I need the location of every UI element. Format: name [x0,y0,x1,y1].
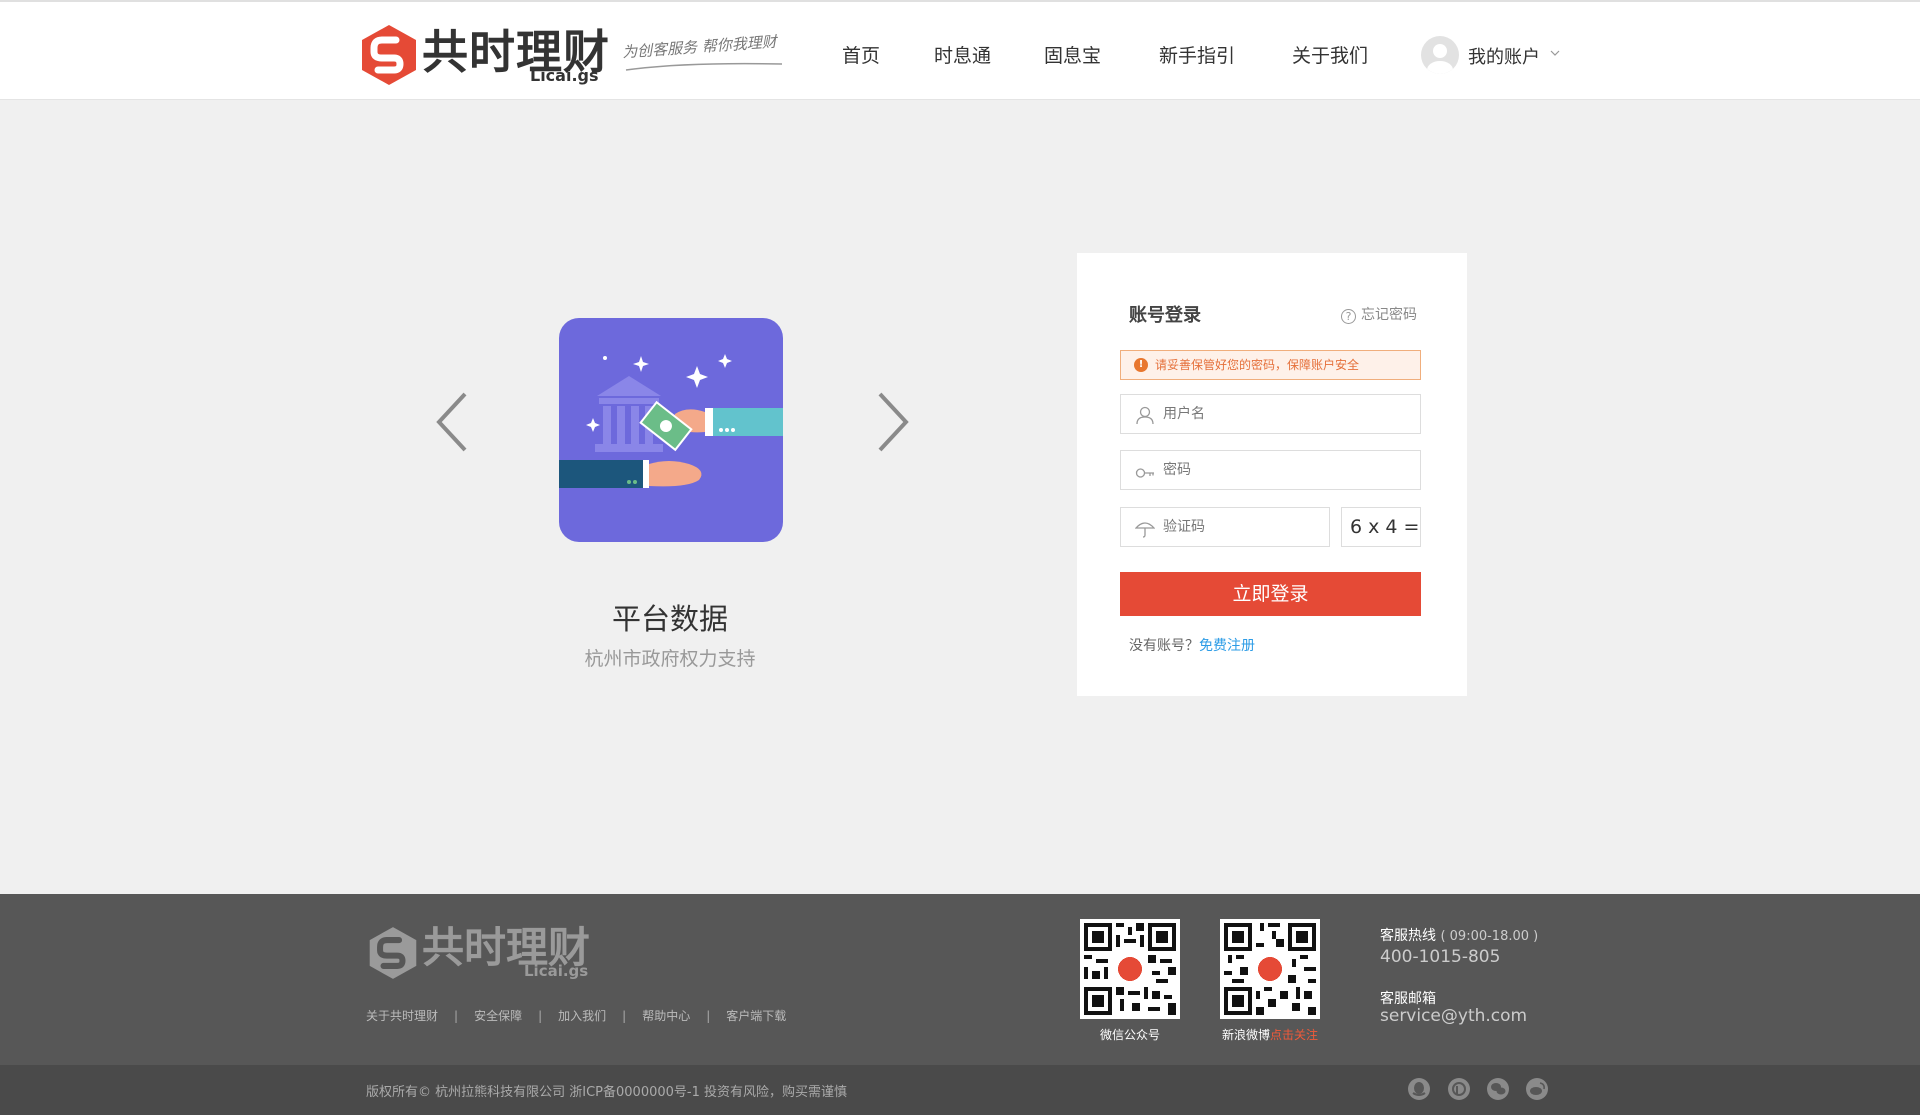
site-header: 共时理财 Licai.gs 为创客服务 帮你我理财 首页 时息通 固息宝 新手指… [0,0,1920,100]
login-button[interactable]: 立即登录 [1120,572,1421,616]
qq-icon[interactable] [1408,1078,1430,1100]
slide-illustration [559,318,783,542]
footer-link-help[interactable]: 帮助中心 [642,1009,690,1023]
forgot-password-label: 忘记密码 [1361,307,1417,323]
question-icon: ? [1341,309,1356,324]
password-field [1120,450,1421,490]
warning-icon: ! [1134,358,1148,372]
login-card: 账号登录 ? 忘记密码 ! 请妥善保管好您的密码，保障账户安全 6 x 4 = 立… [1077,253,1467,696]
slide-title: 平台数据 [611,602,728,636]
hotline-label-text: 客服热线 [1380,928,1436,944]
key-icon [1135,468,1154,478]
avatar-icon [1427,44,1453,74]
umbrella-icon [1135,522,1155,538]
footer-logo: 共时理财 Licai.gs [368,924,590,980]
qr-weibo-label: 新浪微博点击关注 [1210,1026,1330,1043]
register-row: 没有账号？免费注册 [1129,635,1255,655]
wechat-icon[interactable] [1487,1078,1509,1100]
site-logo[interactable]: 共时理财 Licai.gs [360,24,610,86]
username-input[interactable] [1163,395,1412,433]
site-footer: 共时理财 Licai.gs 关于共时理财 | 安全保障 | 加入我们 | 帮助中心 | 客户端下… [0,894,1920,1065]
slogan-underline [625,62,783,71]
qr-code-wechat-icon [1084,923,1176,1015]
copyright-text: 版权所有© 杭州拉熊科技有限公司 浙ICP备0000000号-1 投资有风险，购… [366,1085,848,1100]
account-menu[interactable]: 我的账户 [1421,34,1571,76]
qr-code-weibo [1220,919,1320,1019]
nav-beginner-guide[interactable]: 新手指引 [1159,42,1235,70]
footer-link-security[interactable]: 安全保障 [474,1009,522,1023]
footer-link-about[interactable]: 关于共时理财 [366,1009,438,1023]
password-input[interactable] [1163,451,1412,489]
copyright-bar: 版权所有© 杭州拉熊科技有限公司 浙ICP备0000000号-1 投资有风险，购… [0,1065,1920,1115]
weibo-icon[interactable] [1526,1078,1548,1100]
register-link[interactable]: 免费注册 [1199,638,1255,654]
user-icon [1136,406,1154,425]
security-notice-text: 请妥善保管好您的密码，保障账户安全 [1155,358,1360,372]
login-title: 账号登录 [1129,305,1201,326]
hotline-number: 400-1015-805 [1380,947,1501,967]
slide-subtitle: 杭州市政府权力支持 [584,648,756,670]
carousel-next-arrow-icon[interactable] [872,390,912,454]
forgot-password-link[interactable]: ? 忘记密码 [1341,304,1417,324]
account-label: 我的账户 [1468,47,1540,68]
footer-logo-mark-icon [369,927,417,979]
qr-wechat-label: 微信公众号 [1099,1028,1160,1042]
footer-link-join[interactable]: 加入我们 [558,1009,606,1023]
weibo-follow-link[interactable]: 点击关注 [1270,1028,1318,1042]
carousel-prev-arrow-icon[interactable] [433,390,473,454]
avatar [1421,36,1459,74]
captcha-input[interactable] [1163,508,1321,546]
qr-code-weibo-icon [1224,923,1316,1015]
captcha-image[interactable]: 6 x 4 = [1341,507,1421,547]
nav-shixitong[interactable]: 时息通 [934,42,991,70]
nav-guxibao[interactable]: 固息宝 [1044,42,1101,70]
captcha-field [1120,507,1330,547]
nav-home[interactable]: 首页 [842,42,880,70]
support-email[interactable]: service@yth.com [1380,1006,1527,1026]
hotline-hours: ( 09:00-18.00 ) [1440,929,1539,944]
slogan: 为创客服务 帮你我理财 [621,32,778,62]
bank-money-handover-illustration [559,354,783,488]
chevron-down-icon [1550,50,1560,56]
no-account-text: 没有账号？ [1129,638,1199,654]
logo-domain: Licai.gs [530,66,599,85]
footer-links: 关于共时理财 | 安全保障 | 加入我们 | 帮助中心 | 客户端下载 [366,1009,787,1023]
nav-about-us[interactable]: 关于我们 [1292,42,1368,70]
email-label: 客服邮箱 [1380,991,1436,1007]
alipay-icon[interactable] [1448,1078,1470,1100]
logo-mark-icon [362,25,416,85]
security-notice: ! 请妥善保管好您的密码，保障账户安全 [1120,350,1421,380]
qr-weibo-label-text: 新浪微博 [1221,1028,1270,1042]
footer-logo-domain: Licai.gs [524,962,589,980]
qr-code-wechat [1080,919,1180,1019]
username-field [1120,394,1421,434]
footer-link-download[interactable]: 客户端下载 [726,1009,786,1023]
hotline-label: 客服热线 ( 09:00-18.00 ) [1380,925,1538,945]
